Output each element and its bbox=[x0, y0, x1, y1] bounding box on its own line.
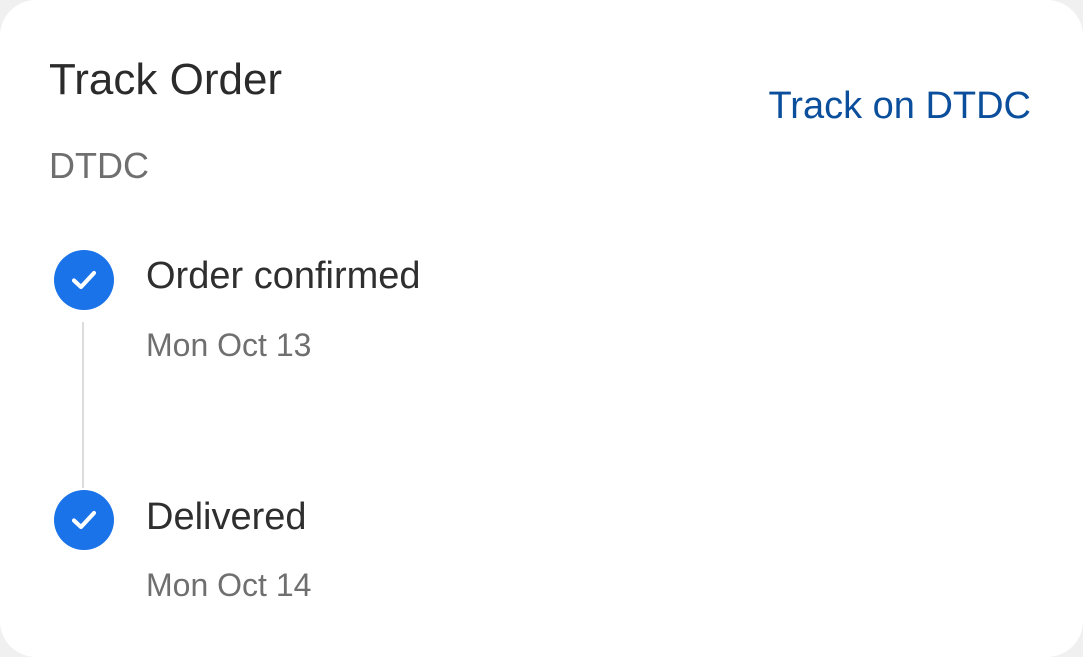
check-icon bbox=[71, 270, 97, 290]
check-circle-icon bbox=[54, 490, 114, 550]
carrier-name: DTDC bbox=[49, 145, 149, 186]
check-circle-icon bbox=[54, 250, 114, 310]
step-date-delivered: Mon Oct 14 bbox=[146, 567, 312, 603]
track-order-card: Track Order DTDC Track on DTDC Order con… bbox=[0, 0, 1083, 657]
step-label-delivered: Delivered bbox=[146, 496, 307, 538]
timeline-connector bbox=[82, 322, 84, 488]
page-title: Track Order bbox=[49, 55, 283, 104]
step-date-order-confirmed: Mon Oct 13 bbox=[146, 327, 312, 363]
check-icon bbox=[71, 510, 97, 530]
step-label-order-confirmed: Order confirmed bbox=[146, 255, 421, 297]
track-on-carrier-link[interactable]: Track on DTDC bbox=[768, 83, 1031, 129]
